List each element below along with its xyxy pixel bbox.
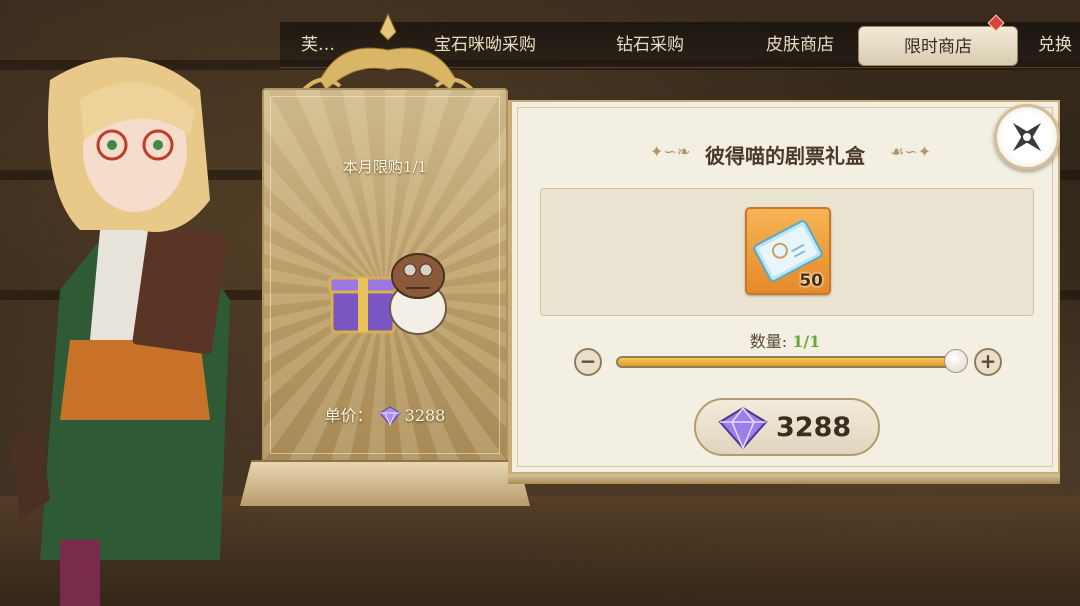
gift-box-image	[328, 253, 447, 335]
title-ornament-right: ☙∽✦	[890, 142, 932, 161]
ticket-item[interactable]: 50	[745, 207, 831, 295]
offer-card[interactable]: 本月限购1/1 单价： 3288	[262, 88, 508, 462]
slider-fill	[618, 358, 954, 366]
tab-diamond-purchase[interactable]: 钻石采购	[590, 22, 710, 68]
quantity-slider[interactable]: − +	[574, 348, 1002, 376]
purchase-detail-panel: ✦∽❧ 彼得喵的剧票礼盒 ☙∽✦ 50 数量: 1/1 − + 3288	[508, 100, 1060, 484]
panel-bottom-edge	[508, 474, 1060, 484]
item-count: 50	[799, 271, 823, 291]
tab-limited-shop[interactable]: 限时商店	[858, 26, 1018, 66]
item-title: 彼得喵的剧票礼盒	[705, 144, 865, 168]
close-icon	[1012, 122, 1042, 152]
close-button[interactable]	[994, 104, 1060, 170]
diamond-icon	[718, 406, 768, 450]
item-reward-box: 50	[540, 188, 1034, 316]
buy-price: 3288	[776, 412, 852, 443]
card-crest-ornament	[300, 12, 476, 96]
decrease-button[interactable]: −	[574, 348, 602, 376]
slider-track[interactable]	[616, 356, 956, 368]
slider-knob[interactable]	[944, 349, 968, 373]
character-illustration	[10, 57, 230, 606]
monthly-limit-text: 本月限购1/1	[342, 158, 428, 176]
unit-price-value: 3288	[404, 406, 446, 425]
buy-button[interactable]: 3288	[694, 398, 880, 456]
diamond-icon	[378, 406, 401, 426]
unit-price-row: 单价： 3288	[264, 402, 506, 426]
tab-skin-shop[interactable]: 皮肤商店	[738, 22, 862, 68]
card-pedestal	[240, 460, 530, 506]
unit-price-label: 单价：	[324, 406, 373, 425]
increase-button[interactable]: +	[974, 348, 1002, 376]
tab-exchange[interactable]: 兑换	[1038, 22, 1080, 68]
